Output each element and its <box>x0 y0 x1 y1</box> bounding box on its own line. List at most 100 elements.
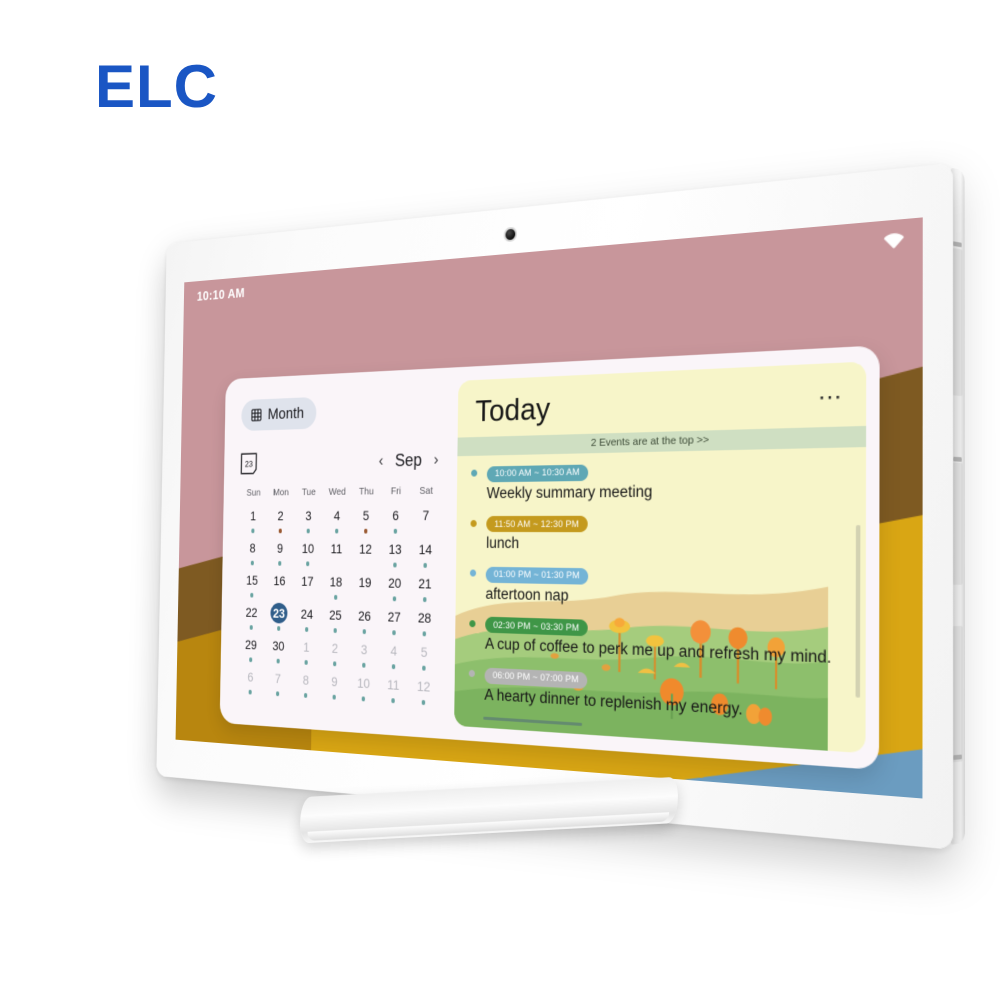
calendar-day-cell[interactable]: 13 <box>380 538 410 572</box>
weekday-label-sun: Sun <box>246 487 261 499</box>
weekday-label-fri: Fri <box>390 485 402 498</box>
calendar-day-cell[interactable]: 12 <box>408 675 439 711</box>
wifi-icon[interactable] <box>883 228 904 251</box>
calendar-day-cell[interactable]: 25 <box>321 604 350 638</box>
event-item[interactable]: 01:00 PM ~ 01:30 PM aftertoon nap <box>468 564 866 614</box>
grid-icon <box>250 407 262 422</box>
bottom-drag-handle[interactable] <box>483 716 583 727</box>
calendar-day-cell[interactable]: 11 <box>322 538 351 571</box>
calendar-day-cell[interactable]: 26 <box>350 605 380 640</box>
calendar-day-event-dot <box>361 662 366 668</box>
calendar-day-cell[interactable]: 5 <box>351 505 381 539</box>
event-item[interactable]: 11:50 AM ~ 12:30 PM lunch <box>468 512 866 556</box>
calendar-day-cell[interactable]: 2 <box>266 505 294 538</box>
weekday-header-row: Sun Mon Tue Wed Thu Fri Sat <box>240 485 442 499</box>
calendar-day-cell[interactable]: 19 <box>350 572 380 606</box>
calendar-day-event-dot <box>392 596 397 601</box>
calendar-day-number: 1 <box>303 639 310 655</box>
event-time-badge: 11:50 AM ~ 12:30 PM <box>486 515 588 533</box>
calendar-day-event-dot <box>334 562 338 566</box>
calendar-day-number: 9 <box>331 673 338 690</box>
calendar-day-cell[interactable]: 20 <box>379 572 409 607</box>
calendar-day-cell[interactable]: 8 <box>291 669 320 704</box>
calendar-day-event-dot <box>391 664 396 669</box>
calendar-day-cell[interactable]: 7 <box>410 504 441 538</box>
calendar-day-cell[interactable]: 4 <box>378 639 408 674</box>
calendar-day-cell[interactable]: 24 <box>292 603 321 637</box>
event-item[interactable]: 02:30 PM ~ 03:30 PM A cup of coffee to pe… <box>467 614 865 670</box>
calendar-day-number: 12 <box>416 678 431 695</box>
event-color-dot <box>469 619 476 627</box>
events-scrollbar[interactable] <box>855 525 861 698</box>
current-month-label: Sep <box>394 449 422 470</box>
calendar-day-cell[interactable]: 22 <box>238 602 266 635</box>
calendar-day-cell[interactable]: 6 <box>380 505 410 539</box>
calendar-day-cell[interactable]: 4 <box>322 505 351 538</box>
weekday-label-tue: Tue <box>301 486 316 498</box>
calendar-day-event-dot <box>332 661 337 666</box>
calendar-day-number: 7 <box>422 507 430 524</box>
next-month-button[interactable]: › <box>434 450 439 470</box>
event-color-dot <box>471 469 478 477</box>
calendar-day-event-dot <box>303 692 308 698</box>
event-color-dot <box>470 519 477 527</box>
calendar-day-event-dot <box>424 529 428 533</box>
calendar-day-cell[interactable]: 7 <box>264 667 292 701</box>
calendar-day-cell[interactable]: 16 <box>265 570 293 603</box>
side-port-3[interactable] <box>953 754 962 760</box>
calendar-day-cell[interactable]: 1 <box>239 506 267 538</box>
calendar-day-cell[interactable]: 10 <box>349 672 379 707</box>
side-slot-top <box>952 247 963 397</box>
screenshot-root: ELC 10:10 AM Month 23 ‹ Sep › Sun Mon Tu… <box>0 0 1000 1000</box>
calendar-day-cell[interactable]: 17 <box>293 571 322 604</box>
calendar-day-cell[interactable]: 29 <box>237 634 265 668</box>
side-port-1[interactable] <box>952 241 962 248</box>
calendar-day-cell[interactable]: 8 <box>239 538 267 570</box>
side-port-2[interactable] <box>953 456 962 462</box>
calendar-day-cell[interactable]: 9 <box>320 670 349 705</box>
calendar-day-cell[interactable]: 14 <box>410 539 441 573</box>
calendar-day-number: 7 <box>274 670 281 687</box>
calendar-date-icon[interactable]: 23 <box>240 452 257 474</box>
event-item[interactable]: 06:00 PM ~ 07:00 PM A hearty dinner to re… <box>467 664 866 727</box>
calendar-day-cell[interactable]: 3 <box>349 638 379 673</box>
calendar-day-number: 11 <box>387 676 400 693</box>
calendar-day-cell[interactable]: 9 <box>266 538 294 571</box>
calendar-day-number: 16 <box>273 573 286 589</box>
weekday-label-thu: Thu <box>358 485 374 498</box>
calendar-day-event-dot <box>250 560 255 565</box>
calendar-day-cell[interactable]: 11 <box>378 673 409 709</box>
calendar-day-cell[interactable]: 6 <box>236 666 264 700</box>
calendar-day-event-dot <box>362 629 367 634</box>
calendar-day-number: 6 <box>247 669 254 685</box>
calendar-day-event-dot <box>248 657 253 662</box>
calendar-day-number: 8 <box>302 672 310 688</box>
calendar-day-number: 10 <box>357 675 371 692</box>
calendar-day-cell[interactable]: 18 <box>321 571 350 605</box>
calendar-day-cell[interactable]: 2 <box>320 637 349 672</box>
prev-month-button[interactable]: ‹ <box>379 451 384 470</box>
calendar-day-event-dot <box>276 658 280 664</box>
calendar-day-cell[interactable]: 10 <box>294 538 323 571</box>
calendar-day-cell[interactable]: 30 <box>264 635 292 669</box>
calendar-day-cell[interactable]: 3 <box>294 505 323 538</box>
calendar-day-event-dot <box>276 626 281 631</box>
calendar-day-number: 21 <box>418 575 432 592</box>
events-banner[interactable]: 2 Events are at the top >> <box>457 425 867 457</box>
calendar-day-cell[interactable]: 21 <box>409 572 440 607</box>
month-view-button[interactable]: Month <box>241 396 317 432</box>
calendar-day-cell[interactable]: 1 <box>292 636 321 670</box>
calendar-day-event-dot <box>361 696 366 701</box>
calendar-day-number: 1 <box>250 508 257 524</box>
calendar-day-cell[interactable]: 5 <box>409 641 440 677</box>
side-slot-bottom <box>952 625 963 763</box>
calendar-day-cell[interactable]: 12 <box>351 538 381 572</box>
calendar-day-cell[interactable]: 27 <box>379 606 409 641</box>
calendar-day-cell[interactable]: 15 <box>238 570 266 603</box>
calendar-day-cell[interactable]: 28 <box>409 607 440 642</box>
event-title: aftertoon nap <box>485 585 569 605</box>
more-options-icon[interactable]: ⋯ <box>818 378 844 410</box>
calendar-day-number: 12 <box>359 541 372 557</box>
calendar-day-number: 18 <box>329 574 343 590</box>
calendar-day-cell[interactable]: 23 <box>265 602 293 637</box>
